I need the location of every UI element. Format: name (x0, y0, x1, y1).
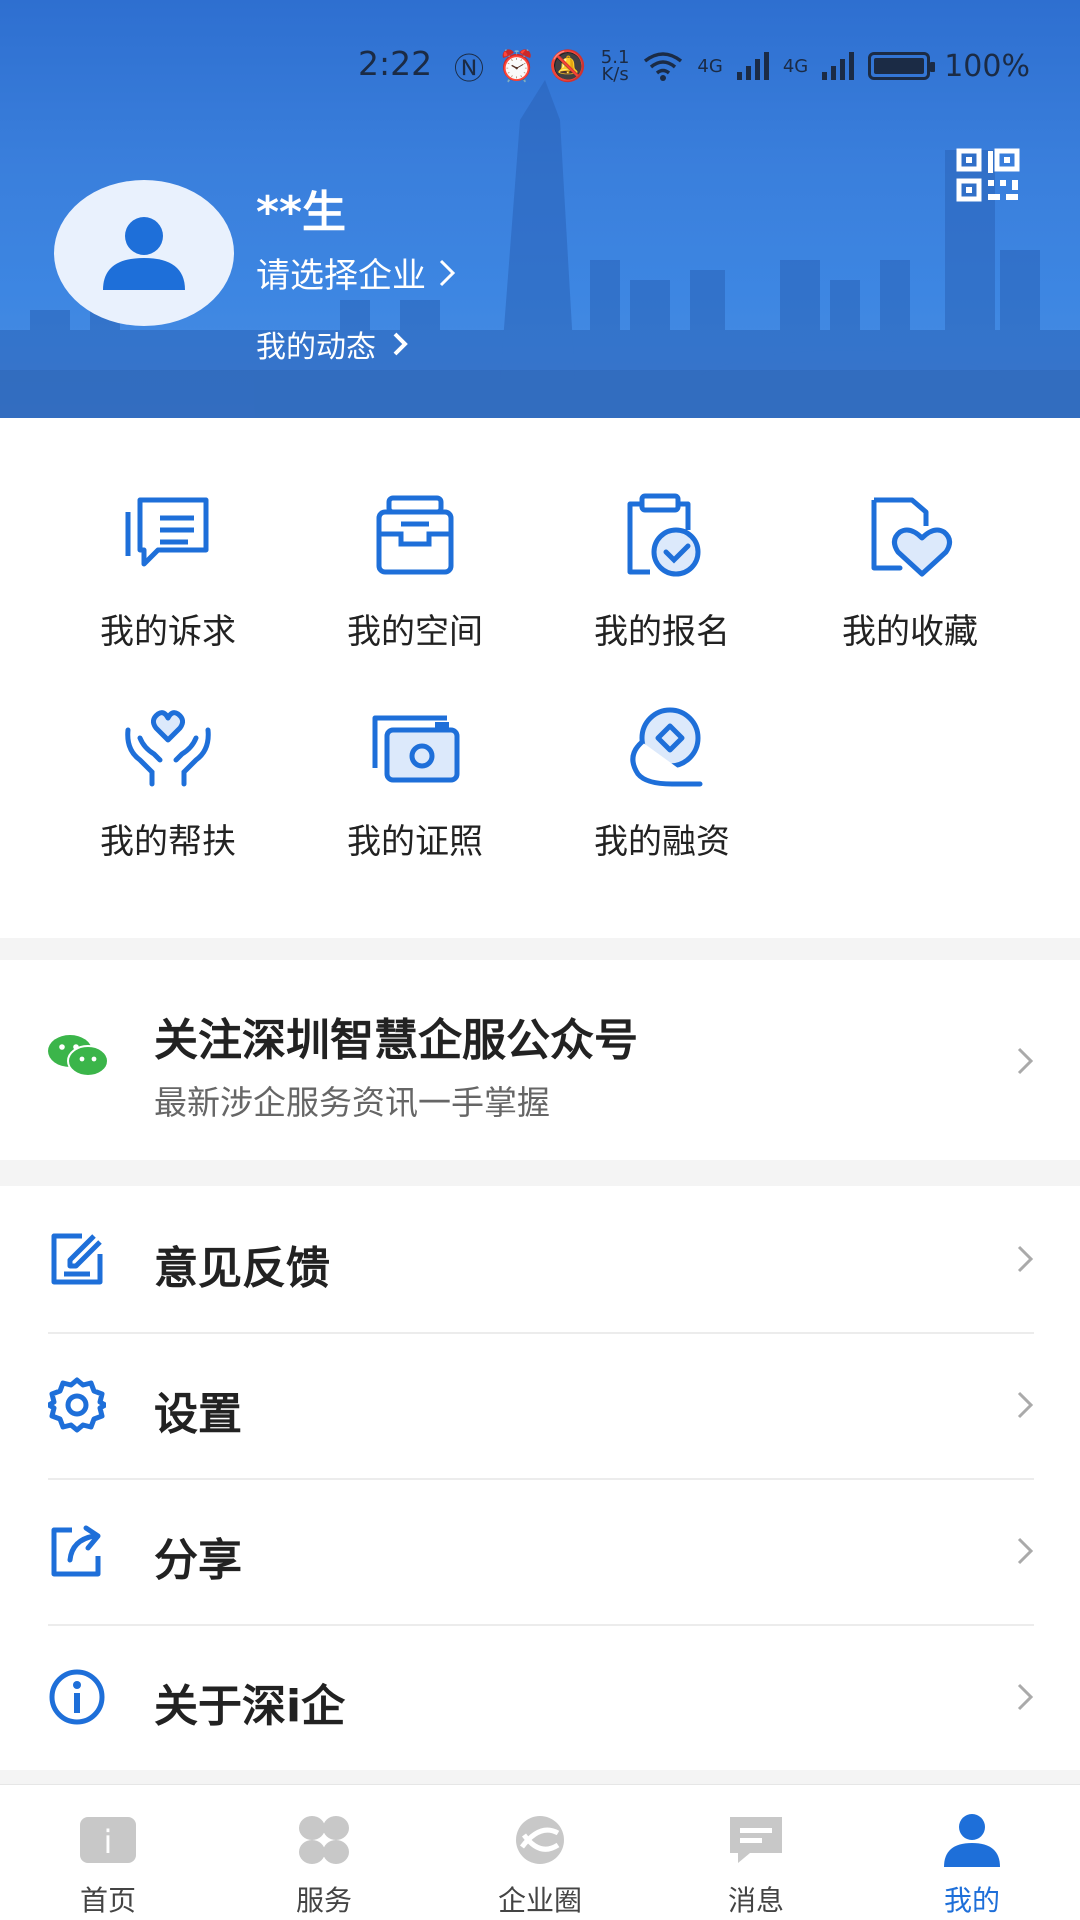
hands-heart-icon (125, 710, 211, 787)
tab-services[interactable]: 服务 (216, 1785, 432, 1920)
my-activity-link[interactable]: 我的动态 (256, 322, 408, 366)
bottom-tab-bar: i 首页 服务 企业圈 消息 我的 (0, 1784, 1080, 1920)
nfc-icon: Ⓝ (454, 52, 485, 87)
grid-item-label: 我的诉求 (100, 612, 236, 652)
grid-item-label: 我的空间 (347, 612, 483, 652)
mute-icon: 🔕 (549, 48, 587, 84)
wifi-icon (644, 52, 683, 81)
grid-item-label: 我的帮扶 (100, 822, 236, 862)
signal-icon (822, 52, 855, 80)
tab-label: 服务 (295, 1884, 352, 1917)
message-icon (730, 1817, 782, 1863)
chevron-right-icon (1017, 1391, 1034, 1419)
menu-item-about[interactable]: 关于深i企 (0, 1624, 1080, 1770)
net-speed: 5.1 K/s (601, 49, 630, 85)
camera-card-icon (372, 715, 460, 783)
chevron-right-icon (1017, 1047, 1034, 1075)
profile-icon (944, 1814, 1000, 1867)
menu-item-settings[interactable]: 设置 (0, 1332, 1080, 1478)
grid-item-assistance[interactable]: 我的帮扶 (53, 700, 283, 870)
signal-icon (736, 52, 769, 80)
share-icon (51, 1525, 101, 1577)
battery-level: 100% (944, 48, 1030, 84)
tab-label: 消息 (727, 1884, 784, 1917)
info-icon (49, 1669, 105, 1725)
net-speed-unit: K/s (601, 64, 629, 85)
settings-menu: 意见反馈 设置 分享 关于深i企 (0, 1186, 1080, 1770)
grid-item-financing[interactable]: 我的融资 (547, 700, 777, 870)
feature-grid: 我的诉求 我的空间 我的报名 我的收藏 我的帮扶 我的证照 我的融资 (0, 418, 1080, 938)
menu-item-label: 分享 (154, 1535, 242, 1586)
select-company-link[interactable]: 请选择企业 (256, 248, 456, 297)
heart-folder-icon (871, 497, 952, 577)
grid-item-label: 我的报名 (594, 612, 730, 652)
grid-item-favorites[interactable]: 我的收藏 (795, 490, 1025, 660)
menu-item-label: 意见反馈 (154, 1243, 330, 1294)
select-company-label: 请选择企业 (256, 256, 426, 296)
clipboard-check-icon (627, 493, 701, 577)
chevron-right-icon (439, 259, 456, 286)
chevron-right-icon (393, 332, 408, 356)
grid-item-label: 我的证照 (347, 822, 483, 862)
edit-icon (51, 1233, 103, 1285)
menu-item-label: 关于深i企 (154, 1681, 346, 1732)
user-name: **生 (256, 187, 347, 238)
user-avatar-icon (103, 217, 185, 290)
money-hand-icon (630, 707, 703, 787)
status-bar: 2:22 Ⓝ ⏰ 🔕 5.1 K/s 4G 4G 100% (0, 0, 1080, 130)
tab-home[interactable]: i 首页 (0, 1785, 216, 1920)
wechat-icon (48, 1035, 109, 1077)
services-icon (299, 1816, 349, 1864)
tab-label: 企业圈 (497, 1884, 582, 1917)
wechat-card-subtitle: 最新涉企服务资讯一手掌握 (154, 1083, 550, 1122)
grid-item-licenses[interactable]: 我的证照 (300, 700, 530, 870)
tab-messages[interactable]: 消息 (648, 1785, 864, 1920)
status-time: 2:22 (358, 44, 433, 83)
tab-label: 首页 (79, 1884, 136, 1917)
message-icon (125, 497, 209, 567)
circle-icon (516, 1816, 564, 1864)
chevron-right-icon (1017, 1683, 1034, 1711)
tab-label: 我的 (943, 1884, 1000, 1917)
gear-icon (48, 1377, 106, 1433)
chevron-right-icon (1017, 1537, 1034, 1565)
tab-mine[interactable]: 我的 (864, 1785, 1080, 1920)
inbox-icon (376, 495, 454, 575)
grid-item-label: 我的收藏 (842, 612, 978, 652)
battery-icon (868, 52, 936, 80)
alarm-icon: ⏰ (498, 48, 536, 84)
wechat-follow-card[interactable]: 关注深圳智慧企服公众号 最新涉企服务资讯一手掌握 (0, 960, 1080, 1160)
home-icon: i (80, 1817, 136, 1863)
my-activity-label: 我的动态 (256, 330, 376, 365)
signal-label-2: 4G (782, 55, 809, 77)
signal-label-1: 4G (697, 55, 723, 77)
status-icons: Ⓝ ⏰ 🔕 5.1 K/s 4G 4G 100% (454, 44, 1030, 88)
qr-code-icon[interactable] (956, 148, 1020, 202)
grid-item-space[interactable]: 我的空间 (300, 490, 530, 660)
menu-item-label: 设置 (154, 1389, 242, 1440)
menu-item-feedback[interactable]: 意见反馈 (0, 1186, 1080, 1332)
avatar[interactable] (54, 180, 234, 326)
profile-header: 2:22 Ⓝ ⏰ 🔕 5.1 K/s 4G 4G 100% **生 请选择企业 (0, 0, 1080, 418)
grid-item-label: 我的融资 (594, 822, 730, 862)
svg-text:i: i (104, 1823, 113, 1861)
tab-enterprise-circle[interactable]: 企业圈 (432, 1785, 648, 1920)
wechat-card-title: 关注深圳智慧企服公众号 (154, 1015, 638, 1066)
grid-item-appeals[interactable]: 我的诉求 (53, 490, 283, 660)
grid-item-registration[interactable]: 我的报名 (547, 490, 777, 660)
chevron-right-icon (1017, 1245, 1034, 1273)
menu-item-share[interactable]: 分享 (0, 1478, 1080, 1624)
